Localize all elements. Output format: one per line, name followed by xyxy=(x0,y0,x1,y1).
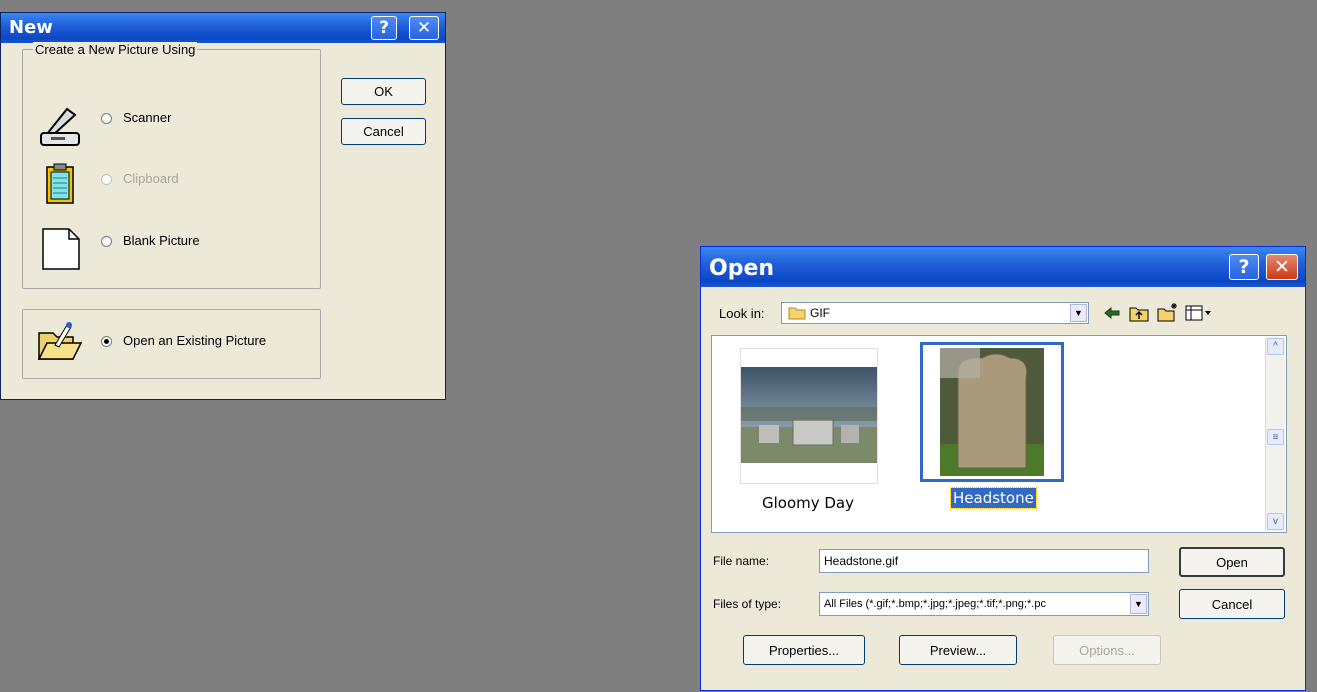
view-menu-icon[interactable] xyxy=(1185,304,1213,322)
file-name-headstone: Headstone xyxy=(950,487,1037,509)
back-arrow-icon[interactable] xyxy=(1103,305,1121,321)
chevron-down-icon[interactable]: ▼ xyxy=(1130,594,1147,614)
ok-button[interactable]: OK xyxy=(341,78,426,105)
scroll-up-button[interactable]: ^ xyxy=(1267,338,1284,355)
file-item-headstone[interactable]: Headstone xyxy=(918,342,1068,524)
headstone-thumbnail xyxy=(940,348,1044,476)
help-icon: ? xyxy=(379,18,389,38)
folder-icon xyxy=(788,307,806,320)
look-in-value: GIF xyxy=(810,306,830,320)
thumbnail-frame-selected xyxy=(920,342,1064,482)
blank-picture-radio[interactable] xyxy=(101,236,112,247)
clipboard-radio[interactable] xyxy=(101,174,112,185)
open-dialog: Open ? ✕ Look in: GIF ▼ Gloomy Day Heads… xyxy=(700,246,1306,691)
open-close-button[interactable]: ✕ xyxy=(1266,254,1298,280)
open-help-button[interactable]: ? xyxy=(1229,254,1259,280)
files-of-type-label: Files of type: xyxy=(713,597,782,611)
chevron-down-icon[interactable]: ▼ xyxy=(1070,304,1087,322)
preview-button[interactable]: Preview... xyxy=(899,635,1017,665)
files-of-type-value: All Files (*.gif;*.bmp;*.jpg;*.jpeg;*.ti… xyxy=(824,598,1046,610)
new-dialog: New ? ✕ Create a New Picture Using Scann… xyxy=(0,12,446,400)
files-of-type-combo[interactable]: All Files (*.gif;*.bmp;*.jpg;*.jpeg;*.ti… xyxy=(819,592,1149,616)
options-button[interactable]: Options... xyxy=(1053,635,1161,665)
close-button[interactable]: ✕ xyxy=(409,16,439,40)
open-button[interactable]: Open xyxy=(1179,547,1285,577)
create-new-group-label: Create a New Picture Using xyxy=(33,42,198,57)
scanner-icon xyxy=(39,107,80,146)
vertical-scrollbar[interactable]: ^ ≡ v xyxy=(1265,337,1285,531)
file-item-gloomy-day[interactable]: Gloomy Day xyxy=(738,348,878,524)
open-cancel-button[interactable]: Cancel xyxy=(1179,589,1285,619)
thumbnail-frame xyxy=(740,348,878,484)
file-list[interactable]: Gloomy Day Headstone ^ ≡ v xyxy=(711,335,1287,533)
look-in-label: Look in: xyxy=(719,306,765,321)
file-name-label: File name: xyxy=(713,554,770,568)
file-name-gloomy-day: Gloomy Day xyxy=(761,494,855,512)
close-icon: ✕ xyxy=(416,18,432,38)
blank-picture-label[interactable]: Blank Picture xyxy=(123,233,200,248)
up-folder-icon[interactable] xyxy=(1129,304,1149,322)
open-dialog-titlebar[interactable]: Open ? ✕ xyxy=(701,247,1305,287)
gloomy-day-thumbnail xyxy=(741,367,877,463)
new-folder-icon[interactable] xyxy=(1157,302,1179,322)
open-existing-label[interactable]: Open an Existing Picture xyxy=(123,333,266,348)
help-icon: ? xyxy=(1238,256,1250,278)
open-dialog-title: Open xyxy=(709,256,775,281)
scanner-label[interactable]: Scanner xyxy=(123,110,171,125)
help-button[interactable]: ? xyxy=(371,16,397,40)
new-dialog-title: New xyxy=(9,17,53,38)
open-existing-radio[interactable] xyxy=(101,336,112,347)
properties-button[interactable]: Properties... xyxy=(743,635,865,665)
clipboard-icon xyxy=(46,163,74,204)
close-icon: ✕ xyxy=(1274,256,1290,278)
new-cancel-button[interactable]: Cancel xyxy=(341,118,426,145)
scroll-down-button[interactable]: v xyxy=(1267,513,1284,530)
file-name-input[interactable]: Headstone.gif xyxy=(819,549,1149,573)
scroll-thumb[interactable]: ≡ xyxy=(1267,429,1284,445)
scanner-radio[interactable] xyxy=(101,113,112,124)
file-name-value: Headstone.gif xyxy=(824,554,899,568)
clipboard-label[interactable]: Clipboard xyxy=(123,171,179,186)
open-folder-icon xyxy=(37,322,83,360)
new-dialog-titlebar[interactable]: New ? ✕ xyxy=(1,13,445,43)
blank-page-icon xyxy=(42,228,80,270)
look-in-combo[interactable]: GIF ▼ xyxy=(781,302,1089,324)
